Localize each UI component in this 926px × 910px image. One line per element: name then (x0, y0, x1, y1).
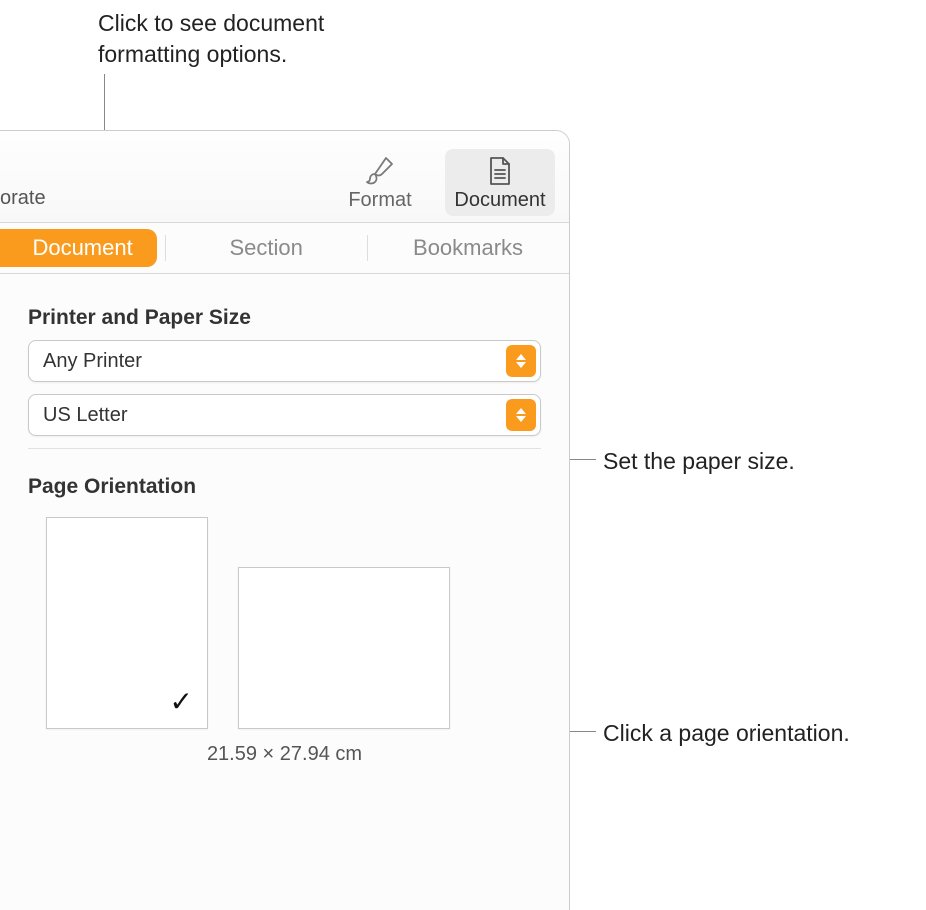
inspector-body: Printer and Paper Size Any Printer US Le… (0, 274, 569, 766)
toolbar-fragment-text: orate (0, 187, 46, 210)
printer-paper-size-heading: Printer and Paper Size (28, 306, 541, 330)
document-toolbar-label: Document (454, 189, 545, 212)
orientation-portrait-button[interactable]: ✓ (46, 517, 208, 729)
page-orientation-heading: Page Orientation (28, 475, 541, 499)
paper-size-popup-value: US Letter (43, 404, 127, 427)
document-icon (485, 155, 515, 187)
tab-document-label: Document (32, 235, 132, 261)
printer-popup-value: Any Printer (43, 350, 142, 373)
toolbar: orate Format (0, 131, 569, 223)
inspector-tabs: Document Section Bookmarks (0, 223, 569, 274)
paper-size-popup[interactable]: US Letter (28, 394, 541, 436)
tab-section[interactable]: Section (165, 223, 367, 273)
format-toolbar-button[interactable]: Format (325, 149, 435, 216)
inspector-panel: orate Format (0, 130, 570, 910)
updown-stepper-icon (506, 399, 536, 431)
paintbrush-icon (364, 155, 396, 187)
document-toolbar-button[interactable]: Document (445, 149, 555, 216)
tab-section-label: Section (229, 235, 302, 261)
page-dimensions-label: 21.59 × 27.94 cm (28, 743, 541, 766)
orientation-landscape-button[interactable] (238, 567, 450, 729)
tab-bookmarks-label: Bookmarks (413, 235, 523, 261)
printer-popup[interactable]: Any Printer (28, 340, 541, 382)
callout-paper-size: Set the paper size. (603, 446, 795, 477)
tab-bookmarks[interactable]: Bookmarks (367, 223, 569, 273)
format-toolbar-label: Format (348, 189, 411, 212)
divider (28, 448, 541, 449)
callout-orientation: Click a page orientation. (603, 718, 850, 749)
updown-stepper-icon (506, 345, 536, 377)
checkmark-icon: ✓ (170, 685, 193, 718)
tab-document[interactable]: Document (0, 223, 165, 273)
callout-document-tab: Click to see document formatting options… (98, 8, 458, 70)
orientation-options: ✓ (28, 517, 541, 729)
